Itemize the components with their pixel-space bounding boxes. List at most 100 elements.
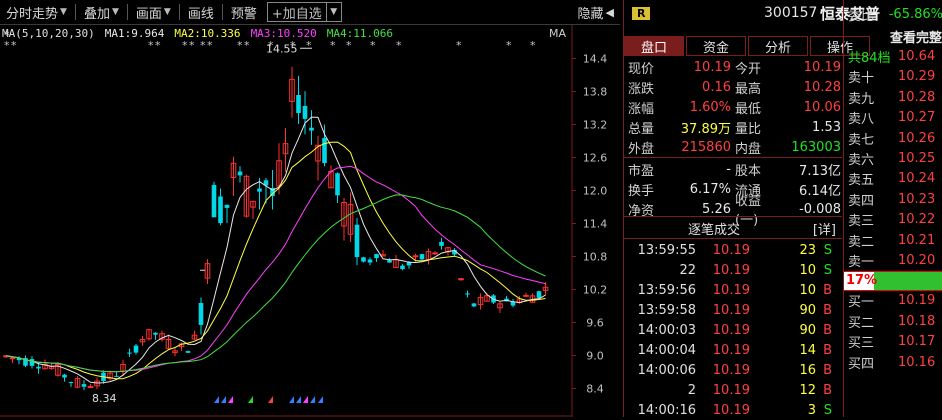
depth-value: -65.86%	[888, 6, 942, 22]
candle-body	[237, 171, 243, 176]
r-badge: R	[632, 6, 651, 20]
bid-label: 买一	[848, 295, 875, 311]
ask-price: 10.26	[898, 130, 936, 146]
ask-label: 卖十	[848, 71, 875, 87]
chevron-left-icon: ◀	[605, 5, 614, 19]
ask-label: 卖一	[848, 254, 875, 270]
trade-price: 10.19	[712, 302, 750, 318]
candle-body	[224, 204, 230, 208]
toolbar-intraday-dropdown[interactable]: 分时走势 ▼	[0, 1, 73, 23]
hide-label: 隐藏	[577, 6, 604, 22]
trade-price: 10.19	[712, 402, 750, 418]
ask-price: 10.25	[898, 151, 936, 167]
quote-row: 涨幅 1.60% 最低 10.06	[624, 97, 842, 117]
toolbar-alert-button[interactable]: 预警	[225, 1, 263, 23]
candle-body	[133, 345, 139, 353]
quote-value: 37.89万	[680, 121, 731, 137]
trade-volume: 90	[799, 322, 816, 338]
signal-arrow-icon	[228, 396, 233, 403]
ask-price: 10.24	[898, 171, 936, 187]
quote-value: 10.19	[693, 59, 731, 75]
trade-row: 14:00:04 10.19 14 B	[624, 340, 842, 360]
ratio-fill	[874, 271, 942, 290]
chevron-down-icon: ▼	[111, 7, 119, 17]
candle-body	[114, 375, 119, 377]
chevron-down-icon: ▼	[60, 7, 67, 17]
quote-value: 7.13亿	[799, 163, 841, 179]
ask-label: 卖九	[848, 91, 875, 107]
signal-arrow-icon	[318, 396, 323, 403]
quote-label: 今开	[735, 61, 762, 77]
bid-price: 10.18	[898, 313, 936, 329]
signal-arrow-icon	[289, 396, 294, 403]
event-marker-icon: *	[330, 39, 336, 52]
candle-body	[335, 173, 340, 196]
ask-price: 10.22	[898, 212, 936, 228]
candle-body	[296, 95, 301, 114]
event-marker-icon: *	[189, 39, 195, 52]
divider	[624, 216, 842, 217]
chevron-down-icon: ▼	[163, 7, 171, 17]
ask-label: 卖二	[848, 234, 875, 250]
ask-label: 卖五	[848, 173, 875, 189]
quote-row: 总量 37.89万 量比 1.53	[624, 117, 842, 137]
ma3-line	[5, 165, 546, 373]
ask-row: 卖三 10.22	[844, 210, 942, 230]
candle-body	[523, 294, 529, 297]
trade-time: 14:00:03	[637, 322, 696, 338]
trades-detail-link[interactable]: [详]	[813, 219, 836, 238]
depth-full-link[interactable]: 查看完整	[890, 27, 942, 46]
ask-price: 10.28	[898, 89, 936, 105]
order-depth: 委比 -65.86% 查看完整 共84档 10.64 卖十 10.29 卖九 10.28 卖八 10…	[844, 0, 942, 372]
buy-sell-ratio-bar: 17%	[844, 270, 942, 291]
event-marker-icon: *	[456, 39, 462, 52]
toolbar-divider	[74, 4, 76, 20]
quote-value: -0.008	[799, 201, 841, 217]
quote-row: 外盘 215860 内盘 163003	[624, 137, 842, 157]
quote-value: 215860	[681, 139, 731, 155]
trade-side: S	[823, 402, 832, 418]
candle-body	[127, 352, 132, 354]
trade-volume: 90	[799, 302, 816, 318]
toolbar-overlay-dropdown[interactable]: 叠加 ▼	[78, 1, 125, 23]
trade-side: B	[823, 382, 832, 398]
trade-side: S	[823, 262, 832, 278]
candle-body	[400, 265, 405, 270]
ratio-label: 17%	[844, 271, 878, 290]
bid-row: 买四 10.16	[844, 352, 942, 372]
toolbar-draw-button[interactable]: 画线	[182, 1, 220, 23]
trade-time: 13:59:55	[637, 242, 696, 258]
candle-body	[536, 291, 542, 299]
event-marker-icon: *	[207, 39, 213, 52]
toolbar-screen-dropdown[interactable]: 画面 ▼	[130, 1, 177, 23]
price-tick-label: 12.0	[583, 185, 608, 198]
candle-body	[322, 138, 327, 164]
candle-body	[198, 302, 204, 325]
trade-side: B	[823, 362, 832, 378]
quote-value: 1.60%	[689, 99, 731, 115]
commission-ratio-row: 委比 -65.86%	[844, 2, 942, 26]
trade-price: 10.19	[712, 262, 750, 278]
chart-toolbar: 分时走势 ▼ 叠加 ▼ 画面 ▼ 画线 预警 +加自选 ▼ 隐藏 ◀	[0, 0, 620, 25]
tab-analysis[interactable]: 分析	[748, 36, 808, 56]
depth-value: 10.64	[898, 49, 936, 65]
bid-row: 买一 10.19	[844, 291, 942, 311]
tab-funds[interactable]: 资金	[686, 36, 746, 56]
trade-row: 2 10.19 12 B	[624, 380, 842, 400]
quote-label: 外盘	[628, 141, 655, 157]
hide-panel-button[interactable]: 隐藏 ◀	[578, 0, 614, 24]
toolbar-divider	[178, 4, 180, 20]
candle-body	[185, 351, 191, 353]
depth-label: 共84档	[848, 51, 891, 67]
quote-value: 10.06	[803, 99, 841, 115]
add-watchlist-button[interactable]: +加自选	[266, 2, 327, 22]
trade-row: 13:59:56 10.19 10 B	[624, 280, 842, 300]
candle-body	[387, 260, 392, 263]
tab-orderbook[interactable]: 盘口	[624, 36, 684, 56]
price-tick-label: 8.4	[586, 383, 604, 396]
event-marker-icon: *	[237, 39, 243, 52]
trade-side: B	[823, 282, 832, 298]
quote-label: 换手	[628, 183, 655, 199]
kline-chart[interactable]: 14.4 13.8 13.2 12.6 12.0 11.4 10.8 10.2 9.6 9.0 8.…	[0, 25, 620, 417]
add-watchlist-dropdown[interactable]: ▼	[325, 2, 342, 22]
